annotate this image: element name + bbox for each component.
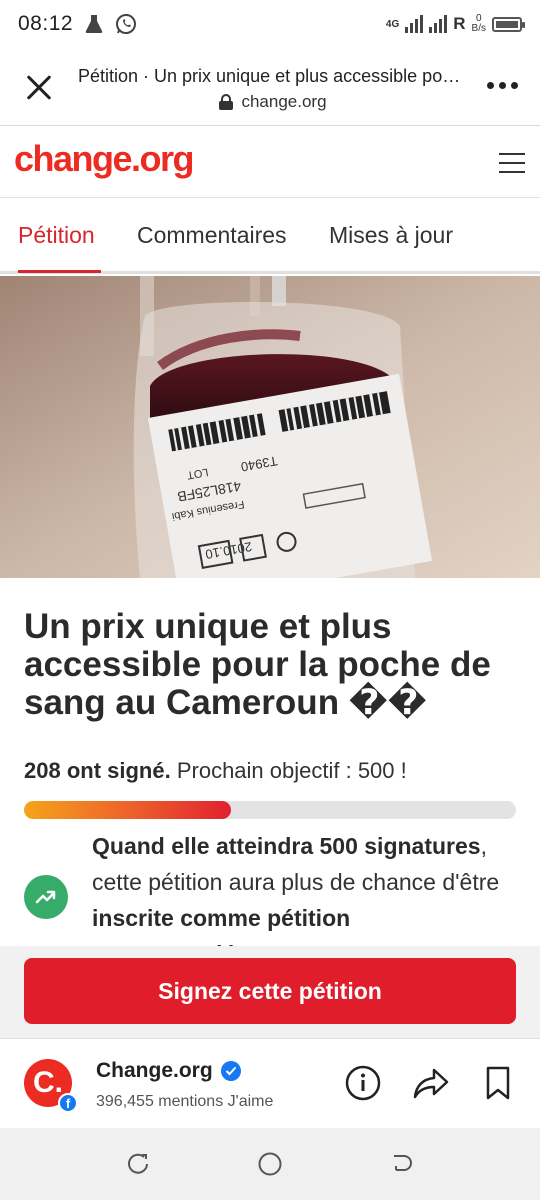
battery-icon bbox=[492, 16, 525, 32]
status-time: 08:12 bbox=[18, 12, 74, 35]
next-goal: Prochain objectif : 500 ! bbox=[170, 758, 407, 783]
recommendation-info: Quand elle atteindra 500 signatures, cet… bbox=[92, 828, 512, 946]
share-icon[interactable] bbox=[411, 1063, 451, 1103]
change-logo[interactable]: change.org bbox=[14, 138, 195, 180]
signature-count: 208 ont signé. bbox=[24, 758, 171, 783]
petition-title: Un prix unique et plus accessible pour l… bbox=[24, 607, 491, 722]
sign-petition-button[interactable]: Signez cette pétition bbox=[24, 958, 516, 1024]
facebook-icon: f bbox=[58, 1093, 78, 1113]
sign-bar: Signez cette pétition bbox=[0, 946, 540, 1038]
home-icon[interactable] bbox=[256, 1150, 284, 1178]
close-icon[interactable] bbox=[22, 70, 56, 104]
petition-tabs: Pétition Commentaires Mises à jour bbox=[0, 198, 540, 274]
lock-icon bbox=[219, 94, 234, 110]
info-bold-1: Quand elle atteindra 500 signatures bbox=[92, 833, 481, 859]
bookmark-icon[interactable] bbox=[478, 1063, 518, 1103]
signature-progress-fill bbox=[24, 801, 231, 819]
more-options-icon[interactable] bbox=[487, 82, 518, 89]
trending-up-icon bbox=[24, 875, 68, 919]
back-icon[interactable] bbox=[388, 1150, 416, 1178]
tab-petition[interactable]: Pétition bbox=[18, 222, 95, 249]
system-nav-bar bbox=[0, 1128, 540, 1200]
network-speed: 0 B/s bbox=[472, 14, 486, 34]
fb-page-name-text: Change.org bbox=[96, 1059, 213, 1082]
info-bold-2: inscrite comme pétition recommandée bbox=[92, 905, 351, 946]
verified-icon bbox=[220, 1061, 241, 1081]
signature-progress-bar bbox=[24, 801, 516, 819]
tab-updates[interactable]: Mises à jour bbox=[329, 222, 453, 249]
signal-icon bbox=[405, 15, 424, 33]
menu-icon[interactable] bbox=[499, 153, 525, 173]
signal-icon-2 bbox=[429, 15, 448, 33]
blood-bag-illustration: T3940 LOT 418L25FB Fresenius Kabi 2010.1… bbox=[0, 276, 540, 578]
fb-likes-count: 396,455 mentions J'aime bbox=[96, 1093, 274, 1110]
status-bar: 08:12 4G R 0 B/s bbox=[0, 0, 540, 48]
roaming-indicator: R bbox=[453, 14, 466, 33]
active-tab-indicator bbox=[18, 270, 101, 273]
recent-apps-icon[interactable] bbox=[124, 1150, 152, 1178]
tab-comments[interactable]: Commentaires bbox=[137, 222, 287, 249]
network-speed-unit: B/s bbox=[471, 23, 486, 34]
status-right: 4G R 0 B/s bbox=[385, 14, 525, 34]
browser-toolbar: Pétition · Un prix unique et plus access… bbox=[0, 48, 540, 126]
petition-image: T3940 LOT 418L25FB Fresenius Kabi 2010.1… bbox=[0, 276, 540, 578]
info-icon[interactable] bbox=[343, 1063, 383, 1103]
network-type: 4G bbox=[385, 18, 400, 30]
url-bar[interactable]: change.org bbox=[78, 92, 468, 112]
url-text: change.org bbox=[241, 92, 327, 111]
site-header: change.org bbox=[0, 126, 540, 198]
signature-goal: 208 ont signé. Prochain objectif : 500 ! bbox=[24, 758, 407, 784]
fb-page-name[interactable]: Change.org bbox=[96, 1059, 241, 1083]
whatsapp-icon bbox=[115, 13, 137, 35]
flask-icon bbox=[85, 14, 103, 34]
facebook-page-plugin: C. f Change.org 396,455 mentions J'aime bbox=[0, 1038, 540, 1128]
page-title: Pétition · Un prix unique et plus access… bbox=[78, 66, 468, 86]
